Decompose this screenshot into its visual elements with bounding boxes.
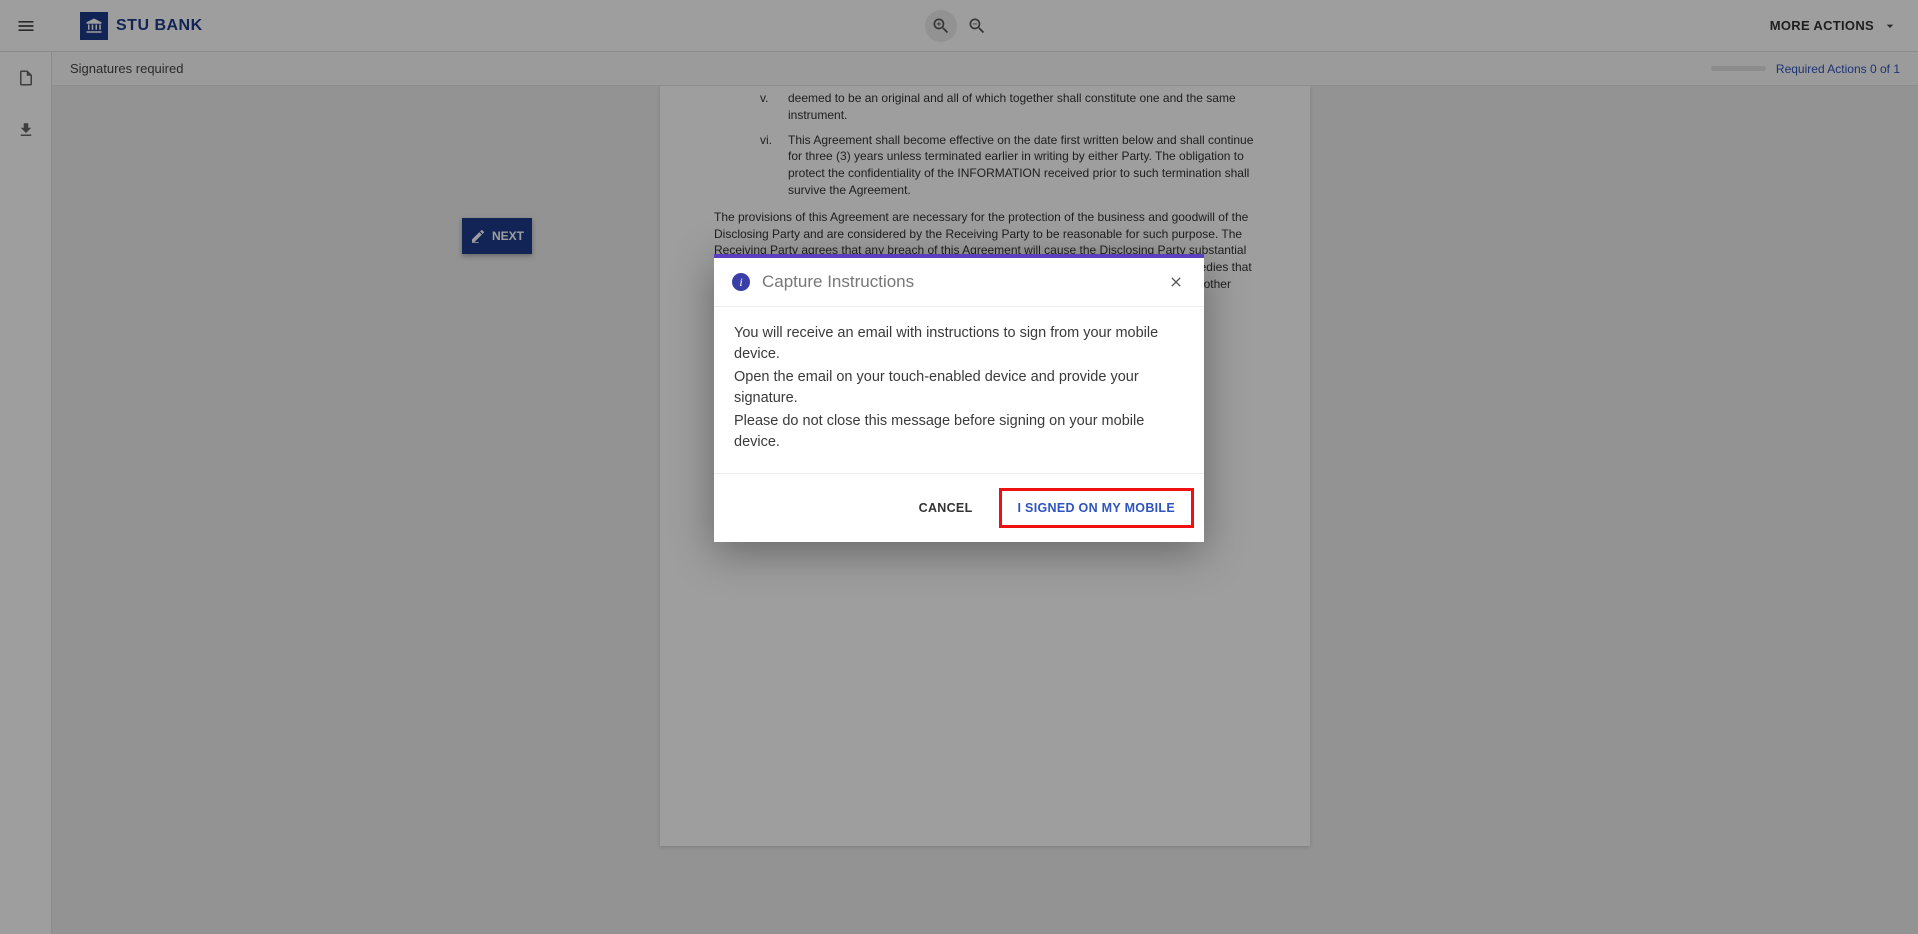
highlight-annotation: I SIGNED ON MY MOBILE bbox=[999, 488, 1194, 528]
modal-title: Capture Instructions bbox=[762, 272, 914, 292]
signed-on-mobile-button[interactable]: I SIGNED ON MY MOBILE bbox=[1004, 493, 1189, 523]
cancel-button[interactable]: CANCEL bbox=[905, 493, 987, 523]
modal-body: You will receive an email with instructi… bbox=[714, 307, 1204, 473]
modal-body-line: Open the email on your touch-enabled dev… bbox=[734, 367, 1184, 409]
modal-header: i Capture Instructions bbox=[714, 258, 1204, 307]
info-icon: i bbox=[732, 273, 750, 291]
modal-footer: CANCEL I SIGNED ON MY MOBILE bbox=[714, 473, 1204, 542]
close-icon bbox=[1168, 274, 1184, 290]
modal-overlay: i Capture Instructions You will receive … bbox=[0, 0, 1918, 934]
modal-close-button[interactable] bbox=[1166, 272, 1186, 292]
modal-body-line: You will receive an email with instructi… bbox=[734, 323, 1184, 365]
capture-instructions-modal: i Capture Instructions You will receive … bbox=[714, 254, 1204, 542]
modal-body-line: Please do not close this message before … bbox=[734, 411, 1184, 453]
app-root: STU BANK MORE ACTIONS Signatures require… bbox=[0, 0, 1918, 934]
